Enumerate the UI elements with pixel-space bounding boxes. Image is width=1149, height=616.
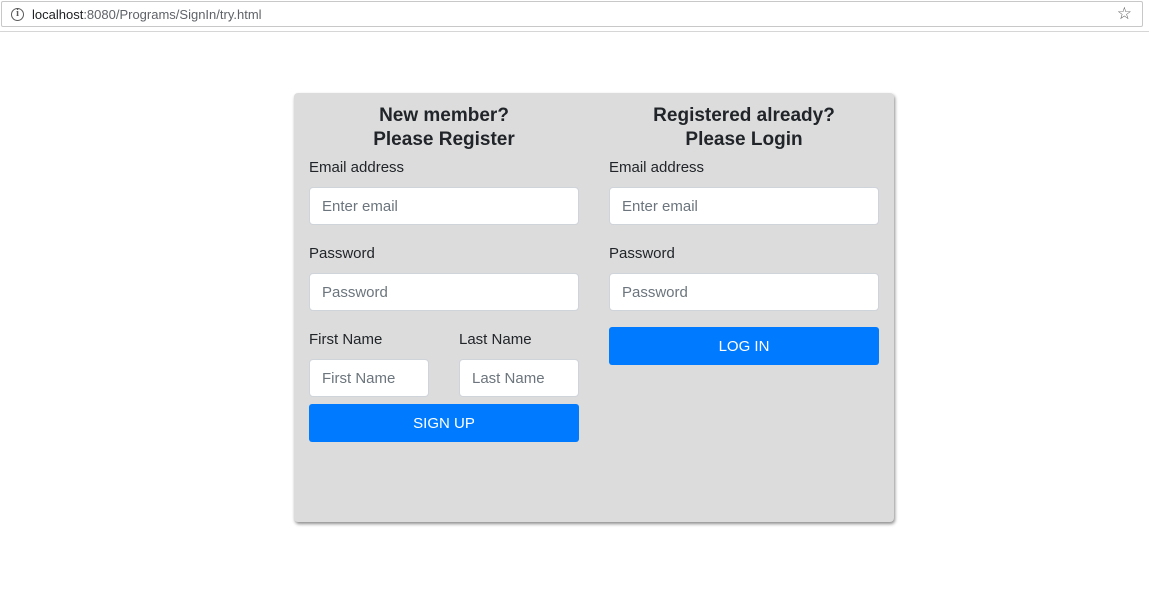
register-password-label: Password (309, 245, 375, 262)
login-panel: Registered already? Please Login Email a… (609, 93, 879, 365)
first-name-group: First Name (309, 330, 429, 397)
address-bar[interactable]: i localhost:8080/Programs/SignIn/try.htm… (1, 1, 1143, 27)
register-heading-line1: New member? (379, 105, 509, 126)
register-email-input[interactable] (309, 187, 579, 225)
register-email-label: Email address (309, 159, 405, 176)
register-heading-line2: Please Register (373, 129, 515, 150)
auth-card: New member? Please Register Email addres… (294, 93, 894, 522)
sign-up-button[interactable]: SIGN UP (309, 404, 579, 442)
star-icon[interactable]: ☆ (1117, 5, 1132, 23)
first-name-label: First Name (309, 331, 383, 348)
url-path: :8080/Programs/SignIn/try.html (83, 7, 262, 22)
info-icon[interactable]: i (11, 8, 24, 21)
login-email-input[interactable] (609, 187, 879, 225)
login-password-input[interactable] (609, 273, 879, 311)
log-in-button[interactable]: LOG IN (609, 327, 879, 365)
browser-toolbar: i localhost:8080/Programs/SignIn/try.htm… (0, 0, 1149, 32)
url-host: localhost (32, 7, 84, 22)
last-name-input[interactable] (459, 359, 579, 397)
first-name-input[interactable] (309, 359, 429, 397)
last-name-group: Last Name (459, 330, 579, 397)
register-heading: New member? Please Register (309, 104, 579, 152)
last-name-label: Last Name (459, 331, 532, 348)
name-row: First Name Last Name (309, 330, 579, 397)
register-password-input[interactable] (309, 273, 579, 311)
url-text[interactable]: localhost:8080/Programs/SignIn/try.html (32, 7, 262, 22)
login-password-label: Password (609, 245, 675, 262)
login-email-label: Email address (609, 159, 705, 176)
login-heading: Registered already? Please Login (609, 104, 879, 152)
register-panel: New member? Please Register Email addres… (309, 93, 579, 442)
login-heading-line2: Please Login (685, 129, 803, 150)
login-heading-line1: Registered already? (653, 105, 835, 126)
